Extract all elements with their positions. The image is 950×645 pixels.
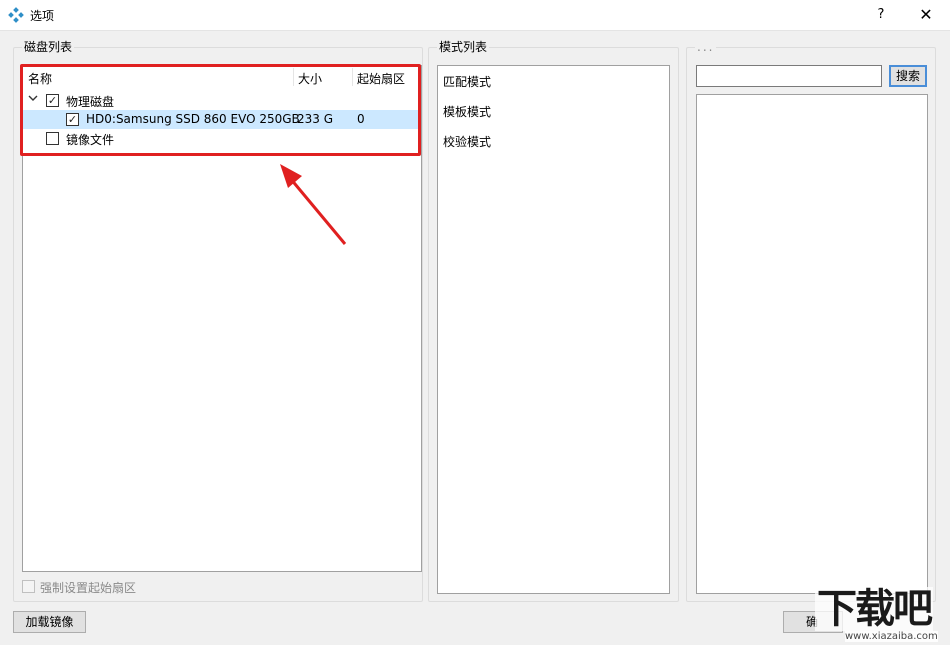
column-start-sector-header[interactable]: 起始扇区 — [357, 70, 405, 87]
right-group-title: ... — [695, 39, 717, 55]
tree-row-hd0[interactable]: ✓ HD0:Samsung SSD 860 EVO 250GB 233 G 0 — [23, 110, 419, 129]
window-title: 选项 — [30, 9, 55, 23]
tree-item-label: 物理磁盘 — [66, 95, 115, 109]
help-button[interactable]: ? — [868, 4, 894, 26]
app-diamond-icon — [8, 7, 24, 23]
disk-list-group-title: 磁盘列表 — [22, 39, 75, 55]
column-name-header[interactable]: 名称 — [28, 70, 52, 87]
tree-row-image-file[interactable]: 镜像文件 — [23, 129, 419, 148]
tree-item-start-sector: 0 — [357, 112, 365, 126]
mode-item-verify[interactable]: 校验模式 — [443, 133, 491, 150]
watermark-url: www.xiazaiba.com — [845, 631, 938, 642]
search-results[interactable] — [696, 94, 928, 594]
image-file-checkbox[interactable] — [46, 132, 59, 145]
disk-tree[interactable]: 名称 大小 起始扇区 ✓ 物理磁盘 ✓ HD0:Samsung SSD 860 … — [22, 65, 422, 572]
close-button[interactable]: ✕ — [912, 4, 940, 26]
column-separator — [293, 68, 294, 86]
disk-tree-header: 名称 大小 起始扇区 — [23, 66, 419, 88]
watermark: 下载吧 www.xiazaiba.com — [815, 585, 950, 645]
force-start-sector-checkbox[interactable] — [22, 580, 35, 593]
chevron-down-icon[interactable] — [28, 93, 40, 107]
force-start-sector-label: 强制设置起始扇区 — [40, 581, 137, 595]
title-bar: 选项 ? ✕ — [0, 0, 950, 31]
search-input[interactable] — [696, 65, 882, 87]
tree-item-size: 233 G — [297, 112, 334, 126]
hd0-checkbox[interactable]: ✓ — [66, 113, 79, 126]
column-size-header[interactable]: 大小 — [298, 70, 322, 87]
watermark-logo: 下载吧 — [815, 585, 933, 632]
mode-item-template[interactable]: 模板模式 — [443, 103, 491, 120]
tree-item-label: HD0:Samsung SSD 860 EVO 250GB — [86, 112, 300, 126]
search-button[interactable]: 搜索 — [889, 65, 927, 87]
column-separator — [352, 68, 353, 86]
physical-disk-checkbox[interactable]: ✓ — [46, 94, 59, 107]
load-image-button[interactable]: 加载镜像 — [13, 611, 86, 633]
tree-item-label: 镜像文件 — [66, 133, 115, 147]
mode-list-group-title: 模式列表 — [437, 39, 490, 55]
mode-item-match[interactable]: 匹配模式 — [443, 73, 491, 90]
tree-row-physical-disk[interactable]: ✓ 物理磁盘 — [23, 91, 419, 110]
